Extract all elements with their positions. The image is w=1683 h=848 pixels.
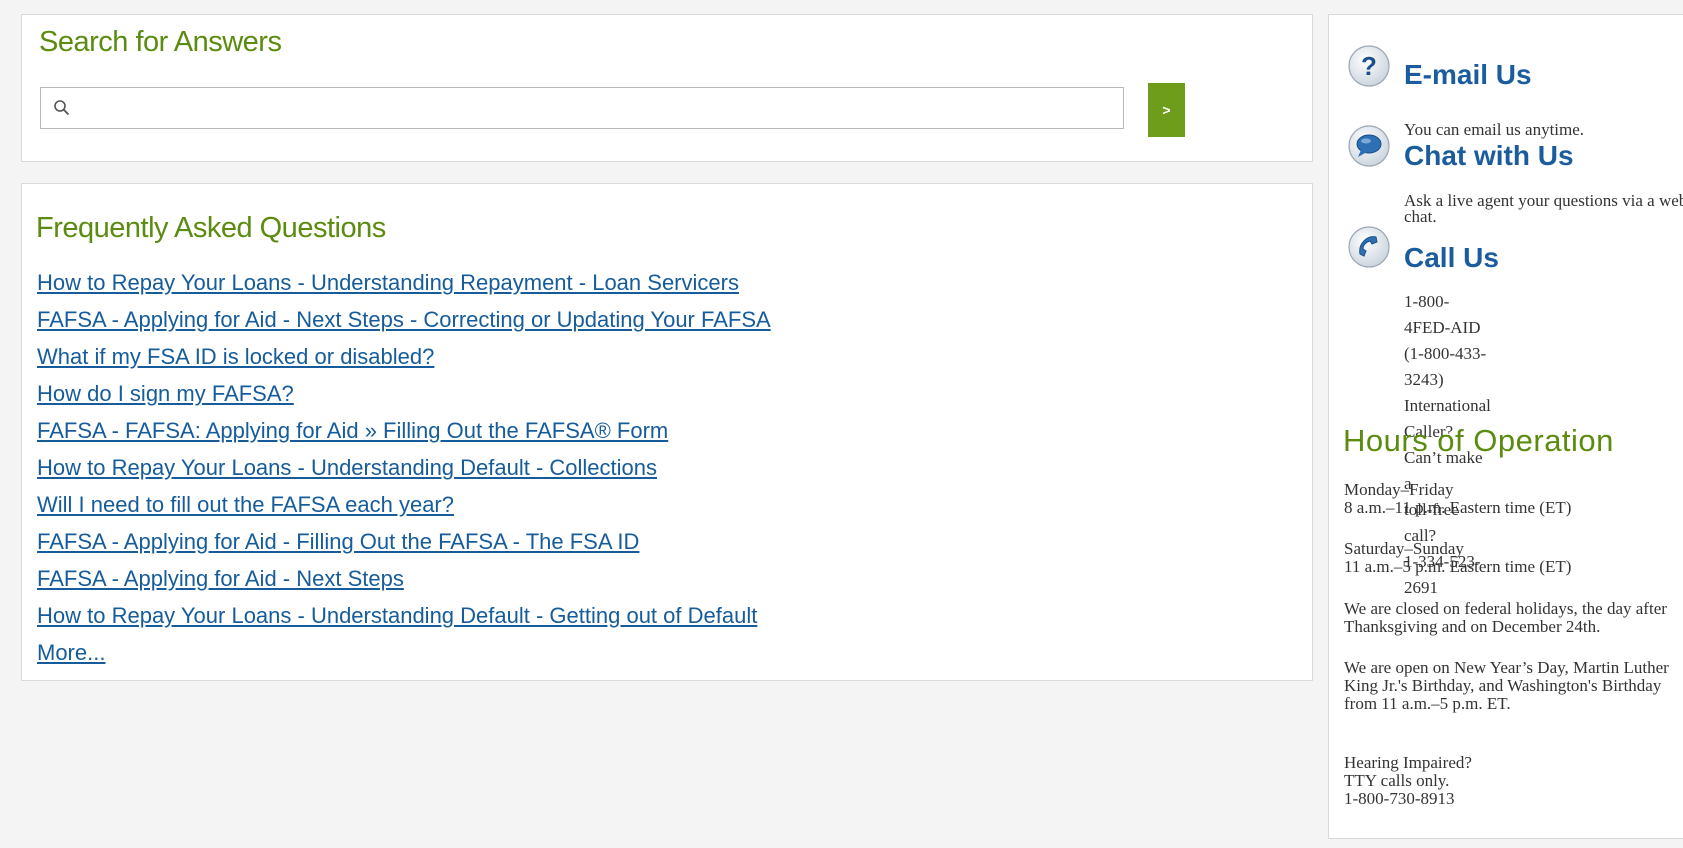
faq-title: Frequently Asked Questions — [36, 212, 386, 244]
faq-item: How to Repay Your Loans - Understanding … — [37, 449, 771, 486]
faq-item: How to Repay Your Loans - Understanding … — [37, 597, 771, 634]
weekend-days: Saturday–Sunday — [1344, 539, 1464, 558]
hearing-impaired-info: Hearing Impaired? TTY calls only. 1-800-… — [1344, 754, 1683, 808]
phone-number-digits: (1-800-433-3243) — [1404, 344, 1487, 389]
tty-text: TTY calls only. — [1344, 771, 1450, 790]
email-text: You can email us anytime. — [1404, 120, 1585, 139]
faq-link[interactable]: How to Repay Your Loans - Understanding … — [37, 603, 757, 628]
search-box[interactable] — [40, 87, 1124, 129]
faq-item: How do I sign my FAFSA? — [37, 375, 771, 412]
faq-item: FAFSA - Applying for Aid - Filling Out t… — [37, 523, 771, 560]
faq-link[interactable]: FAFSA - FAFSA: Applying for Aid » Fillin… — [37, 418, 668, 443]
call-heading: Call Us — [1404, 242, 1499, 273]
weekday-time: 8 a.m.–11 p.m. Eastern time (ET) — [1344, 498, 1572, 517]
svg-text:?: ? — [1361, 51, 1377, 81]
chat-bubble-icon[interactable] — [1347, 124, 1391, 168]
faq-link[interactable]: FAFSA - Applying for Aid - Next Steps — [37, 566, 404, 591]
weekend-hours: Saturday–Sunday 11 a.m.–5 p.m. Eastern t… — [1344, 540, 1683, 576]
faq-panel: Frequently Asked Questions How to Repay … — [21, 183, 1313, 681]
tty-number: 1-800-730-8913 — [1344, 789, 1455, 808]
faq-link[interactable]: Will I need to fill out the FAFSA each y… — [37, 492, 454, 517]
weekday-hours: Monday–Friday 8 a.m.–11 p.m. Eastern tim… — [1344, 481, 1683, 517]
hearing-impaired-title: Hearing Impaired? — [1344, 753, 1472, 772]
faq-list: How to Repay Your Loans - Understanding … — [37, 264, 771, 634]
phone-number: 1-800-4FED-AID — [1404, 292, 1481, 337]
open-holidays-text: We are open on New Year’s Day, Martin Lu… — [1344, 658, 1669, 713]
faq-link[interactable]: How do I sign my FAFSA? — [37, 381, 294, 406]
weekday-days: Monday–Friday — [1344, 480, 1454, 499]
hours-title: Hours of Operation — [1343, 423, 1614, 458]
question-mark-icon[interactable]: ? — [1347, 44, 1391, 88]
faq-item: How to Repay Your Loans - Understanding … — [37, 264, 771, 301]
chat-text: Ask a live agent your questions via a we… — [1404, 191, 1683, 226]
faq-item: FAFSA - FAFSA: Applying for Aid » Fillin… — [37, 412, 771, 449]
closed-holidays-text: We are closed on federal holidays, the d… — [1344, 599, 1667, 636]
phone-icon[interactable] — [1347, 225, 1391, 269]
faq-link[interactable]: FAFSA - Applying for Aid - Next Steps - … — [37, 307, 771, 332]
contact-panel: ? E-mail Us You can email us anytime. Ch… — [1328, 14, 1683, 839]
search-panel: Search for Answers > — [21, 14, 1313, 162]
faq-link[interactable]: FAFSA - Applying for Aid - Filling Out t… — [37, 529, 639, 554]
faq-item: What if my FSA ID is locked or disabled? — [37, 338, 771, 375]
search-submit-button[interactable]: > — [1148, 83, 1185, 137]
faq-item: FAFSA - Applying for Aid - Next Steps - … — [37, 301, 771, 338]
faq-link[interactable]: What if my FSA ID is locked or disabled? — [37, 344, 434, 369]
chat-heading[interactable]: Chat with Us — [1404, 140, 1574, 172]
faq-more-link[interactable]: More... — [37, 634, 105, 671]
weekend-time: 11 a.m.–5 p.m. Eastern time (ET) — [1344, 557, 1572, 576]
email-heading[interactable]: E-mail Us — [1404, 59, 1532, 91]
faq-link[interactable]: How to Repay Your Loans - Understanding … — [37, 270, 739, 295]
search-icon — [54, 100, 70, 116]
faq-link[interactable]: How to Repay Your Loans - Understanding … — [37, 455, 657, 480]
faq-item: FAFSA - Applying for Aid - Next Steps — [37, 560, 771, 597]
search-input[interactable] — [81, 92, 1115, 126]
search-title: Search for Answers — [39, 26, 282, 58]
faq-item: Will I need to fill out the FAFSA each y… — [37, 486, 771, 523]
